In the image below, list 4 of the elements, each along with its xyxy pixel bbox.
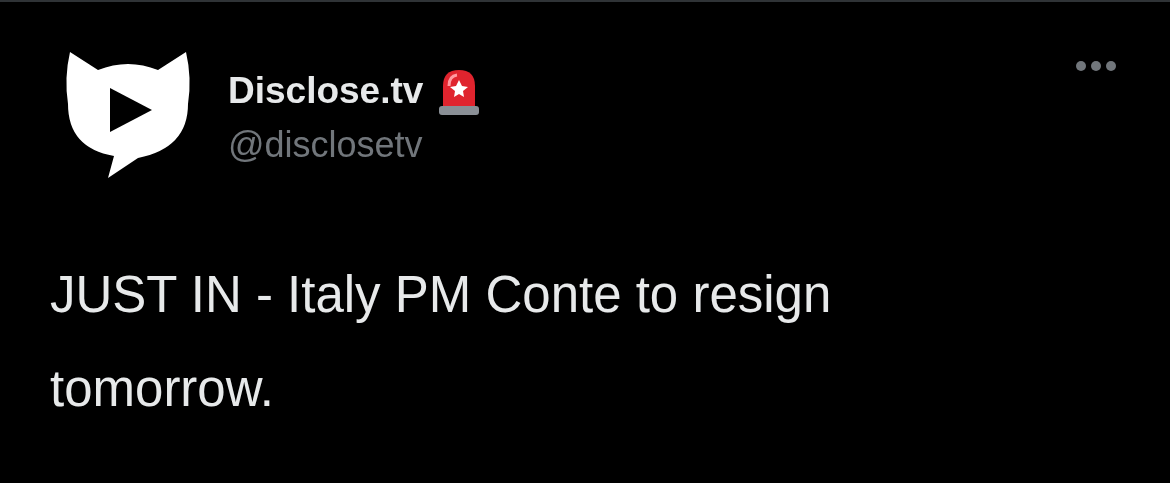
more-icon[interactable] bbox=[1075, 60, 1117, 72]
tweet-text: JUST IN - Italy PM Conte to resign tomorrow. bbox=[50, 265, 833, 419]
account-handle[interactable]: @disclosetv bbox=[228, 124, 482, 166]
account-name[interactable]: Disclose.tv bbox=[228, 70, 424, 112]
